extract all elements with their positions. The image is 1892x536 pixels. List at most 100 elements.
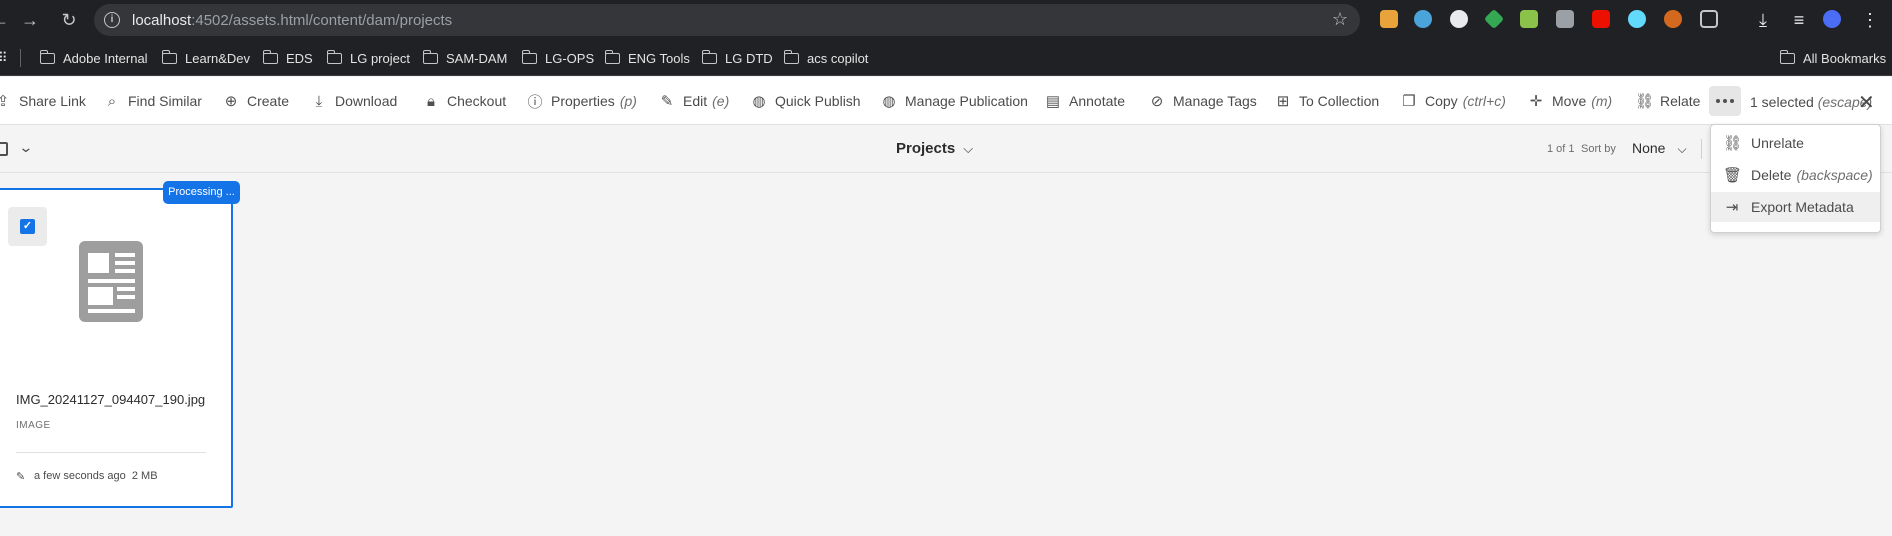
divider <box>1701 139 1702 159</box>
bookmark-folder[interactable]: acs copilot <box>783 49 868 67</box>
bookmark-star-icon[interactable]: ☆ <box>1332 9 1348 30</box>
folder-title-dropdown[interactable]: Projects ⌵ <box>896 140 973 157</box>
document-thumbnail-icon <box>79 241 143 322</box>
sort-dropdown[interactable]: None ⌵ <box>1632 140 1687 157</box>
create-button[interactable]: ⊕ Create <box>222 91 289 111</box>
media-controls-icon[interactable]: ≡ <box>1787 8 1811 32</box>
manage-tags-button[interactable]: ⊘ Manage Tags <box>1148 91 1257 111</box>
site-info-icon[interactable]: i <box>104 12 120 28</box>
quick-publish-button[interactable]: ◍ Quick Publish <box>750 91 861 111</box>
browser-toolbar: ← → ↻ i localhost:4502/assets.html/conte… <box>0 0 1892 40</box>
copy-icon: ❐ <box>1402 93 1416 110</box>
delete-menu-item[interactable]: 🗑︎ Delete (backspace) <box>1711 160 1880 190</box>
extensions-puzzle-icon[interactable] <box>1700 10 1718 28</box>
folder-icon <box>521 49 537 64</box>
extension-icon[interactable] <box>1483 8 1505 30</box>
copy-button[interactable]: ❐ Copy (ctrl+c) <box>1400 91 1506 111</box>
share-link-button[interactable]: ⇪ Share Link <box>0 91 86 111</box>
shortcut-hint: (ctrl+c) <box>1462 93 1506 109</box>
unrelate-menu-item[interactable]: ⛓︎ Unrelate <box>1711 128 1880 158</box>
bookmark-folder[interactable]: LG project <box>326 49 410 67</box>
checkmark-icon: ✓ <box>20 219 35 234</box>
card-divider <box>16 452 206 453</box>
download-button[interactable]: ⤓ Download <box>310 91 398 111</box>
extension-icon[interactable] <box>1414 10 1432 28</box>
link-icon: ⛓︎ <box>1635 93 1655 110</box>
sort-label: Sort by <box>1581 143 1616 155</box>
bookmark-label: Adobe Internal <box>63 50 148 66</box>
checkout-button[interactable]: 🔒︎ Checkout <box>422 91 506 111</box>
bookmark-folder[interactable]: LG-OPS <box>521 49 594 67</box>
apps-icon[interactable]: ⠿ <box>0 49 8 67</box>
action-label: Manage Tags <box>1173 93 1257 109</box>
camera-extension-icon[interactable] <box>1556 10 1574 28</box>
find-similar-button[interactable]: ⌕ Find Similar <box>103 91 202 111</box>
bookmark-folder[interactable]: EDS <box>262 49 313 67</box>
folder-icon <box>1779 49 1795 64</box>
shortcut-hint: (e) <box>712 93 730 109</box>
adobe-extension-icon[interactable] <box>1592 10 1610 28</box>
extension-icon[interactable] <box>1450 10 1468 28</box>
bookmark-label: ENG Tools <box>628 50 690 66</box>
selection-status: 1 selected (escape) <box>1750 94 1872 110</box>
collection-icon: ⊞ <box>1276 93 1290 110</box>
tag-icon: ⊘ <box>1150 93 1164 110</box>
comment-icon: ▤ <box>1045 93 1061 110</box>
react-extension-icon[interactable] <box>1628 10 1646 28</box>
extension-icon[interactable] <box>1380 10 1398 28</box>
all-bookmarks[interactable]: All Bookmarks <box>1779 49 1887 67</box>
annotate-button[interactable]: ▤ Annotate <box>1044 91 1125 111</box>
bookmark-folder[interactable]: LG DTD <box>701 49 773 67</box>
bookmark-folder[interactable]: Learn&Dev <box>161 49 250 67</box>
bookmark-label: All Bookmarks <box>1803 50 1887 66</box>
back-button[interactable]: ← <box>0 8 12 32</box>
action-bar: ⇪ Share Link ⌕ Find Similar ⊕ Create ⤓ Downl… <box>0 77 1892 125</box>
action-label: To Collection <box>1299 93 1380 109</box>
find-similar-icon: ⌕ <box>107 92 117 110</box>
folder-icon <box>604 49 620 64</box>
properties-button[interactable]: ⓘ Properties (p) <box>526 91 636 111</box>
action-label: Move <box>1552 93 1587 109</box>
manage-publication-button[interactable]: ◍ Manage Publication <box>880 91 1028 111</box>
relate-button[interactable]: ⛓︎ Relate <box>1635 91 1700 111</box>
bookmark-label: LG project <box>350 50 410 66</box>
more-actions-button[interactable] <box>1709 86 1741 116</box>
action-label: Relate <box>1660 93 1701 109</box>
folder-icon <box>783 49 799 64</box>
edit-button[interactable]: ✎ Edit (e) <box>658 91 730 111</box>
extension-icon[interactable] <box>1664 10 1682 28</box>
url-path: :4502/assets.html/content/dam/projects <box>191 12 453 29</box>
select-checkbox[interactable]: ✓ <box>8 207 47 246</box>
close-icon[interactable]: ✕ <box>1858 90 1875 115</box>
profile-avatar[interactable] <box>1823 10 1841 28</box>
action-label: Edit <box>683 93 708 109</box>
action-label: Create <box>247 93 290 109</box>
bookmark-folder[interactable]: ENG Tools <box>604 49 690 67</box>
chrome-menu-icon[interactable]: ⋮ <box>1858 8 1882 32</box>
folder-icon <box>326 49 342 64</box>
globe-icon: ◍ <box>752 93 766 110</box>
view-switcher-icon[interactable] <box>0 142 8 156</box>
export-icon: ⇥ <box>1725 199 1739 216</box>
asset-meta: a few seconds ago 2 MB <box>34 470 158 482</box>
bookmark-folder[interactable]: Adobe Internal <box>39 49 148 67</box>
action-label: Quick Publish <box>775 93 861 109</box>
extension-icon[interactable] <box>1520 10 1538 28</box>
to-collection-button[interactable]: ⊞ To Collection <box>1274 91 1379 111</box>
export-metadata-menu-item[interactable]: ⇥ Export Metadata <box>1711 192 1880 222</box>
reload-button[interactable]: ↻ <box>57 8 81 32</box>
shortcut-hint: (backspace) <box>1796 167 1873 183</box>
bookmark-folder[interactable]: SAM-DAM <box>422 49 507 67</box>
move-button[interactable]: ✛ Move (m) <box>1527 91 1613 111</box>
downloads-icon[interactable]: ⤓ <box>1751 8 1775 32</box>
move-icon: ✛ <box>1529 93 1543 110</box>
address-bar[interactable]: i localhost:4502/assets.html/content/dam… <box>94 4 1360 36</box>
folder-icon <box>39 49 55 64</box>
forward-button[interactable]: → <box>18 8 42 32</box>
selected-count: 1 selected <box>1750 94 1814 110</box>
folder-icon <box>161 49 177 64</box>
menu-item-label: Delete <box>1751 167 1792 183</box>
url-text[interactable]: localhost:4502/assets.html/content/dam/p… <box>132 12 452 29</box>
share-icon: ⇪ <box>0 93 10 110</box>
chevron-down-icon[interactable]: ⌄ <box>18 139 33 156</box>
